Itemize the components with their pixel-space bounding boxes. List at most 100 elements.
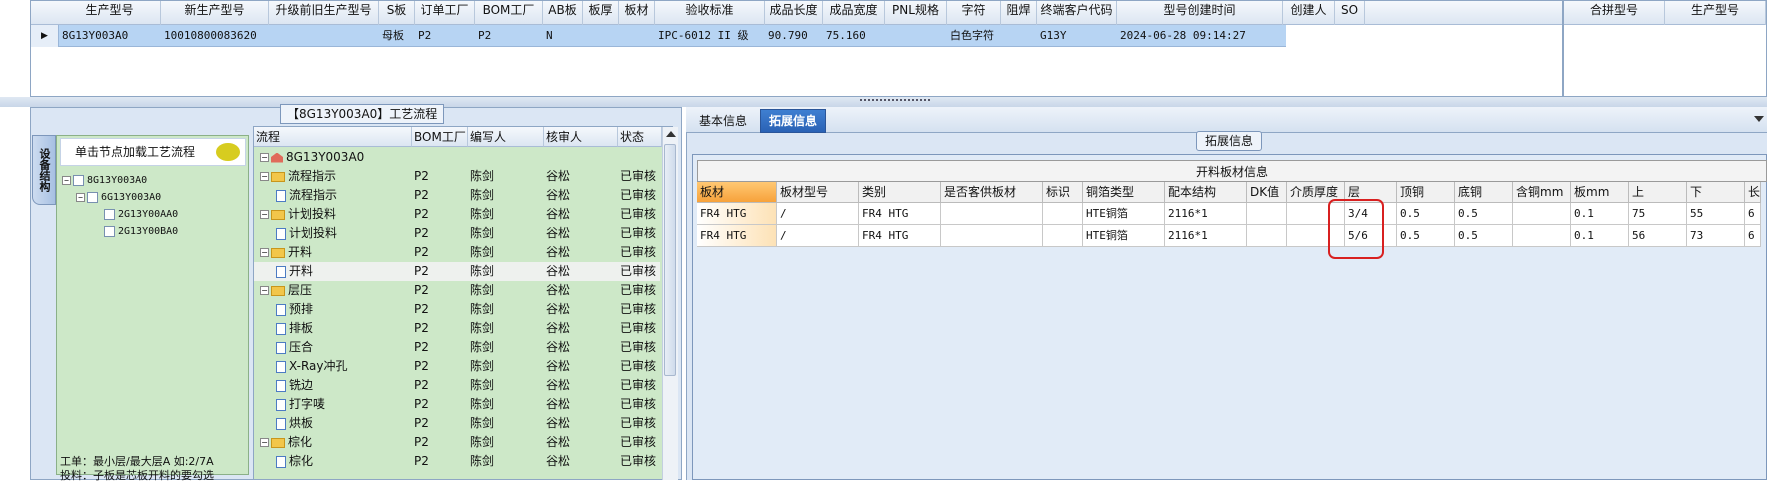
col-header[interactable]: 下 [1687, 182, 1745, 203]
flow-row[interactable]: 排板 P2 陈剑 谷松 已审核 [254, 319, 660, 338]
tree-node[interactable]: −6G13Y003A0 [62, 189, 242, 206]
table-cell[interactable]: FR4 HTG [859, 225, 941, 247]
flow-row[interactable]: − 开料 P2 陈剑 谷松 已审核 [254, 243, 660, 262]
flow-row[interactable]: 计划投料 P2 陈剑 谷松 已审核 [254, 224, 660, 243]
table-cell[interactable]: 75 [1629, 203, 1687, 225]
table-cell[interactable] [1283, 25, 1335, 47]
table-cell[interactable]: FR4 HTG [697, 225, 777, 247]
table-cell[interactable] [1247, 225, 1287, 247]
collapse-icon[interactable]: − [62, 175, 71, 185]
flow-row[interactable]: − 流程指示 P2 陈剑 谷松 已审核 [254, 167, 660, 186]
table-cell[interactable] [1513, 203, 1571, 225]
table-cell[interactable]: 8G13Y003A0 [59, 25, 161, 47]
col-header[interactable]: S板 [379, 1, 415, 25]
col-merged-model[interactable]: 合拼型号 [1564, 1, 1665, 25]
col-production-model[interactable]: 生产型号 [1665, 1, 1766, 25]
table-cell[interactable]: FR4 HTG [697, 203, 777, 225]
col-header[interactable]: 标识 [1043, 182, 1083, 203]
flow-row[interactable]: − 棕化 P2 陈剑 谷松 已审核 [254, 433, 660, 452]
flow-row[interactable]: − 8G13Y003A0 [254, 148, 660, 167]
col-header[interactable]: SO [1335, 1, 1365, 25]
collapse-icon[interactable]: − [76, 192, 85, 202]
col-header[interactable]: DK值 [1247, 182, 1287, 203]
table-cell[interactable] [1513, 225, 1571, 247]
checkbox-icon[interactable] [73, 174, 84, 186]
table-cell[interactable]: 75.160 [823, 25, 885, 47]
device-structure-tab[interactable]: 设备结构 [32, 135, 56, 205]
flow-row[interactable]: 打字唛 P2 陈剑 谷松 已审核 [254, 395, 660, 414]
col-header[interactable]: 上 [1629, 182, 1687, 203]
col-reviewer[interactable]: 核审人 [544, 127, 618, 147]
table-cell[interactable]: 56 [1629, 225, 1687, 247]
collapse-icon[interactable]: − [260, 210, 269, 219]
col-bom-factory[interactable]: BOM工厂 [412, 127, 468, 147]
table-cell[interactable]: 2116*1 [1165, 225, 1247, 247]
table-cell[interactable]: 0.5 [1455, 203, 1513, 225]
col-header[interactable]: 板厚 [583, 1, 619, 25]
table-cell[interactable]: 0.5 [1397, 203, 1455, 225]
col-header[interactable]: 铜箔类型 [1083, 182, 1165, 203]
col-header[interactable]: 订单工厂 [415, 1, 475, 25]
tree-node[interactable]: −8G13Y003A0 [62, 172, 242, 189]
table-cell[interactable] [941, 225, 1043, 247]
scroll-up-icon[interactable] [666, 131, 676, 137]
table-cell[interactable]: 0.5 [1455, 225, 1513, 247]
table-cell[interactable] [1001, 25, 1037, 47]
col-header[interactable]: 板材 [697, 182, 777, 203]
row-indicator[interactable]: ▶ [31, 25, 59, 47]
table-cell[interactable]: 0.1 [1571, 225, 1629, 247]
flow-row[interactable]: 开料 P2 陈剑 谷松 已审核 [254, 262, 660, 281]
col-header[interactable]: BOM工厂 [475, 1, 543, 25]
flow-row[interactable]: X-Ray冲孔 P2 陈剑 谷松 已审核 [254, 357, 660, 376]
table-cell[interactable] [1247, 203, 1287, 225]
col-flow[interactable]: 流程 [254, 127, 412, 147]
table-cell[interactable]: 10010800083620 [161, 25, 269, 47]
table-cell[interactable]: / [777, 225, 859, 247]
col-writer[interactable]: 编写人 [468, 127, 544, 147]
collapse-icon[interactable]: − [260, 172, 269, 181]
table-cell[interactable] [269, 25, 379, 47]
collapse-icon[interactable]: − [260, 248, 269, 257]
flow-row[interactable]: 预排 P2 陈剑 谷松 已审核 [254, 300, 660, 319]
col-header[interactable]: 顶铜 [1397, 182, 1455, 203]
col-header[interactable]: 创建人 [1283, 1, 1335, 25]
table-cell[interactable] [619, 25, 655, 47]
comment-bubble-icon[interactable] [216, 143, 240, 161]
col-header[interactable]: 成品宽度 [823, 1, 885, 25]
table-cell[interactable]: 2116*1 [1165, 203, 1247, 225]
col-header[interactable]: 底铜 [1455, 182, 1513, 203]
col-header[interactable]: 验收标准 [655, 1, 765, 25]
table-cell[interactable]: 90.790 [765, 25, 823, 47]
tab-extended-info[interactable]: 拓展信息 [760, 109, 827, 133]
col-header[interactable]: 类别 [859, 182, 941, 203]
col-header[interactable]: 升级前旧生产型号 [269, 1, 379, 25]
col-header[interactable]: AB板 [543, 1, 583, 25]
col-header[interactable]: 长 [1745, 182, 1761, 203]
scrollbar-thumb[interactable] [664, 144, 676, 376]
table-cell[interactable]: HTE铜箔 [1083, 225, 1165, 247]
table-cell[interactable] [885, 25, 947, 47]
col-header[interactable]: 板材 [619, 1, 655, 25]
flow-row[interactable]: 铣边 P2 陈剑 谷松 已审核 [254, 376, 660, 395]
table-row[interactable]: 8G13Y003A0 10010800083620 母板 P2 P2 N IPC-6012 … [59, 25, 1286, 47]
table-cell[interactable]: 0.1 [1571, 203, 1629, 225]
table-cell[interactable]: N [543, 25, 583, 47]
col-header[interactable]: 配本结构 [1165, 182, 1247, 203]
collapse-icon[interactable]: − [260, 438, 269, 447]
col-header[interactable]: 终端客户代码 [1037, 1, 1117, 25]
collapse-icon[interactable]: − [260, 153, 269, 162]
table-cell[interactable]: FR4 HTG [859, 203, 941, 225]
col-header[interactable]: 型号创建时间 [1117, 1, 1283, 25]
tab-basic-info[interactable]: 基本信息 [690, 109, 756, 133]
table-cell[interactable]: IPC-6012 II 级 [655, 25, 765, 47]
flow-row[interactable]: 流程指示 P2 陈剑 谷松 已审核 [254, 186, 660, 205]
flow-row[interactable]: 烘板 P2 陈剑 谷松 已审核 [254, 414, 660, 433]
collapse-icon[interactable]: − [260, 286, 269, 295]
col-header[interactable]: 板材型号 [777, 182, 859, 203]
table-cell[interactable]: P2 [415, 25, 475, 47]
col-header[interactable]: 新生产型号 [161, 1, 269, 25]
col-header[interactable]: 阻焊 [1001, 1, 1037, 25]
col-status[interactable]: 状态 [618, 127, 662, 147]
panel-menu-icon[interactable] [1754, 116, 1764, 122]
table-cell[interactable]: 6 [1745, 225, 1761, 247]
